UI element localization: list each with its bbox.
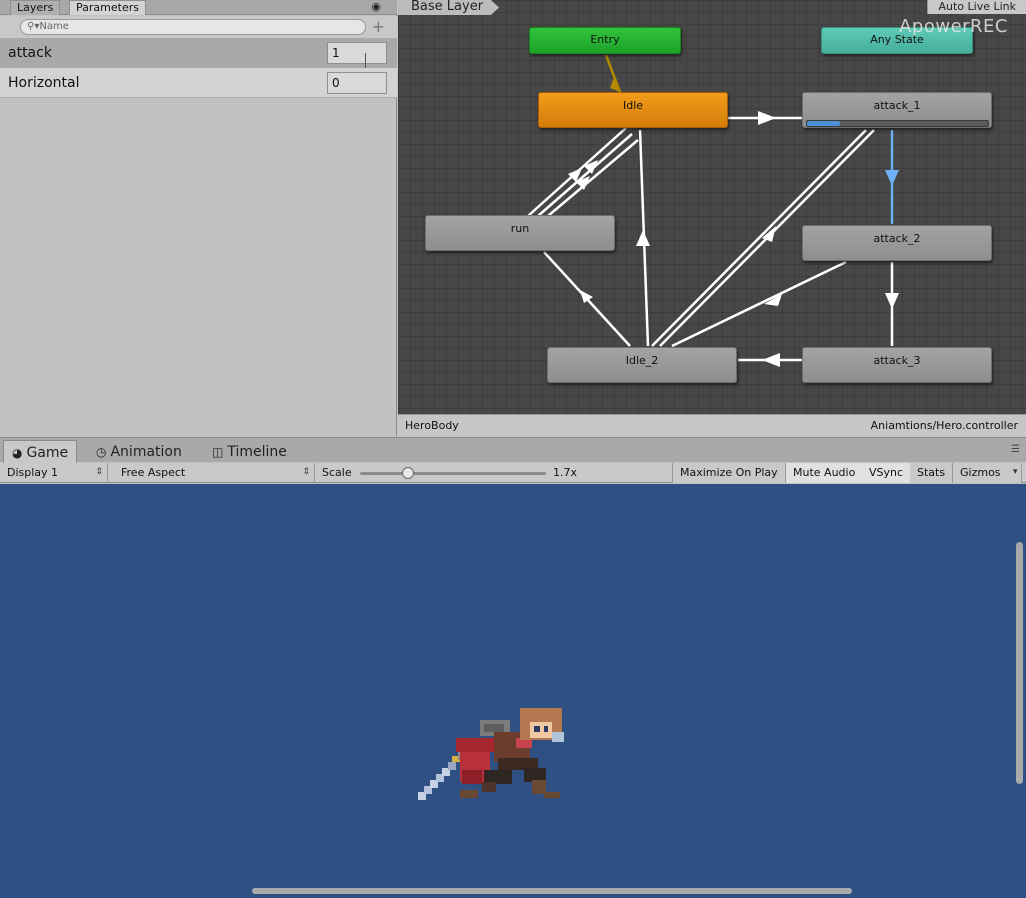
aspect-value: Free Aspect xyxy=(121,466,186,479)
search-placeholder: Name xyxy=(39,21,69,32)
display-dropdown[interactable]: Display 1 ⇕ xyxy=(0,463,108,483)
mute-audio-button[interactable]: Mute Audio xyxy=(786,463,864,483)
parameter-row-horizontal[interactable]: Horizontal 0 xyxy=(0,68,397,98)
stats-button[interactable]: Stats xyxy=(910,463,954,483)
aspect-dropdown[interactable]: Free Aspect ⇕ xyxy=(108,463,315,483)
panel-tabs: Layers Parameters ◉ xyxy=(0,0,397,15)
parameter-row-attack[interactable]: attack 1 xyxy=(0,38,397,68)
gizmos-label: Gizmos xyxy=(960,466,1001,479)
parameter-value-field[interactable]: 1 xyxy=(327,42,387,64)
dropdown-arrow-icon: ▾ xyxy=(1013,467,1018,477)
game-viewport[interactable] xyxy=(0,484,1026,898)
timeline-icon: ◫ xyxy=(212,445,224,459)
parameter-search-input[interactable]: ⚲▾Name xyxy=(20,19,366,35)
search-icon: ⚲▾ xyxy=(27,21,40,32)
gizmos-button[interactable]: Gizmos ▾ xyxy=(953,463,1022,483)
clock-icon: ◷ xyxy=(96,445,107,459)
parameters-panel: Layers Parameters ◉ ⚲▾Name + attack 1 Ho… xyxy=(0,0,397,436)
game-toolbar: Display 1 ⇕ Free Aspect ⇕ Scale 1.7x Maxim… xyxy=(0,463,1026,483)
state-attack-2[interactable]: attack_2 xyxy=(802,225,992,261)
dropdown-arrow-icon: ⇕ xyxy=(95,467,103,477)
controller-path-label: Aniamtions/Hero.controller xyxy=(870,419,1018,432)
transition-run-idle-c xyxy=(547,139,639,217)
search-row: ⚲▾Name + xyxy=(0,16,397,40)
state-progress-fill xyxy=(807,121,840,126)
parameter-name: Horizontal xyxy=(8,75,80,91)
tab-label: Animation xyxy=(110,444,182,460)
state-label: attack_1 xyxy=(873,99,921,112)
unity-editor: Layers Parameters ◉ ⚲▾Name + attack 1 Ho… xyxy=(0,0,1026,898)
scale-label: Scale xyxy=(322,466,352,479)
hero-sprite xyxy=(418,708,564,800)
transition-run-idle-b xyxy=(537,133,633,217)
vsync-button[interactable]: VSync xyxy=(862,463,912,483)
auto-live-link-toggle[interactable]: Auto Live Link xyxy=(927,0,1026,14)
state-attack-1[interactable]: attack_1 xyxy=(802,92,992,128)
tab-label: Timeline xyxy=(227,444,287,460)
state-entry[interactable]: Entry xyxy=(529,27,681,54)
selected-object-label: HeroBody xyxy=(405,419,459,432)
scale-slider[interactable] xyxy=(360,472,546,475)
text-cursor-icon xyxy=(365,53,371,69)
recorder-watermark: ApowerREC xyxy=(899,16,1008,37)
maximize-on-play-button[interactable]: Maximize On Play xyxy=(673,463,786,483)
tab-timeline[interactable]: ◫ Timeline xyxy=(204,440,295,463)
eye-icon[interactable]: ◉ xyxy=(371,0,381,13)
transition-attack2-idle2 xyxy=(671,260,847,348)
animator-graph[interactable]: Entry Any State Idle attack_1 run attack… xyxy=(398,0,1026,414)
add-parameter-icon[interactable]: + xyxy=(372,17,385,37)
game-icon: ◕ xyxy=(12,446,23,460)
parameter-value-field[interactable]: 0 xyxy=(327,72,387,94)
panel-menu-icon[interactable]: ☰ xyxy=(1011,444,1020,455)
state-run[interactable]: run xyxy=(425,215,615,251)
tab-label: Game xyxy=(26,445,69,461)
horizontal-scrollbar[interactable] xyxy=(252,888,852,894)
game-panel-tabs: ◕ Game ◷ Animation ◫ Timeline ☰ xyxy=(0,437,1026,463)
tab-game[interactable]: ◕ Game xyxy=(3,440,78,463)
state-idle-2[interactable]: Idle_2 xyxy=(547,347,737,383)
tab-animation[interactable]: ◷ Animation xyxy=(88,440,190,463)
display-value: Display 1 xyxy=(7,466,59,479)
scale-value: 1.7x xyxy=(553,466,578,479)
dropdown-arrow-icon: ⇕ xyxy=(302,467,310,477)
tab-parameters[interactable]: Parameters xyxy=(69,0,146,15)
state-attack-3[interactable]: attack_3 xyxy=(802,347,992,383)
parameter-name: attack xyxy=(8,45,52,61)
state-idle[interactable]: Idle xyxy=(538,92,728,128)
graph-footer: HeroBody Aniamtions/Hero.controller xyxy=(398,414,1026,436)
tab-layers[interactable]: Layers xyxy=(10,0,61,15)
vertical-scrollbar[interactable] xyxy=(1016,542,1023,784)
state-progress-bar xyxy=(806,120,989,127)
layer-breadcrumb[interactable]: Base Layer xyxy=(398,0,500,15)
